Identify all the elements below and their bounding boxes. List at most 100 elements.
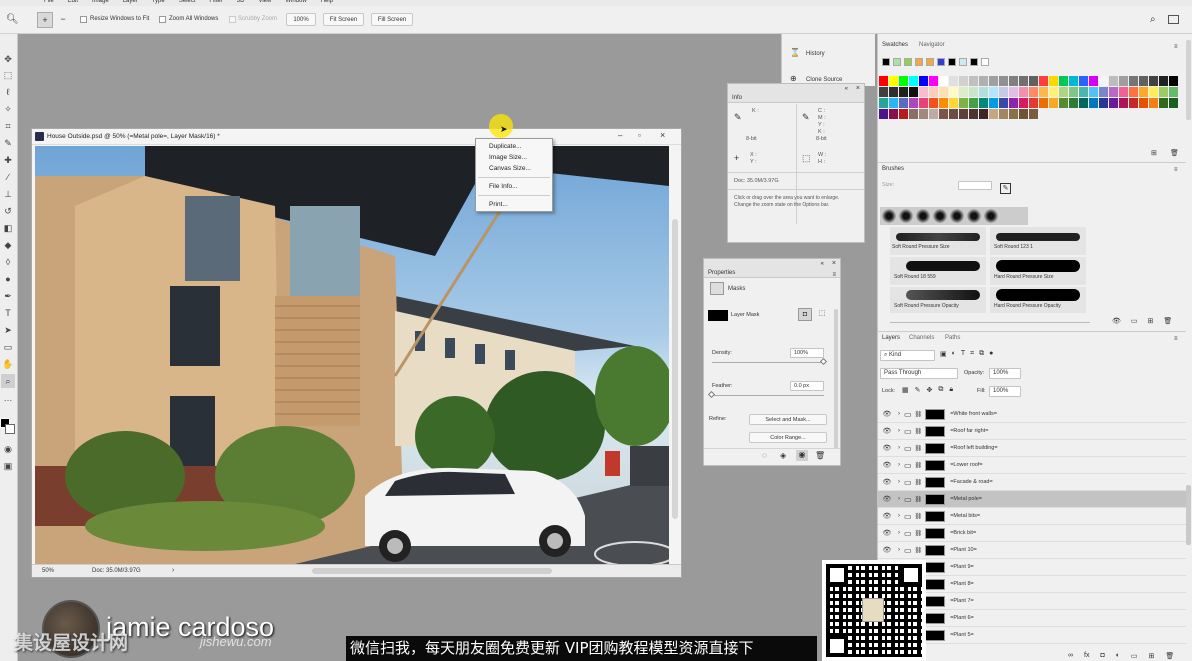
layers-scrollbar[interactable] <box>1186 485 1191 545</box>
layer-row[interactable]: 👁︎ › ▭ ⛓︎ =Metal bits= <box>878 508 1186 525</box>
recent-swatch[interactable] <box>926 58 934 66</box>
filter-kind-select[interactable]: ⌕ Kind <box>880 350 935 361</box>
shape-filter-icon[interactable]: ⌗ <box>970 350 974 358</box>
swatches-menu-icon[interactable]: ≡ <box>1174 44 1178 50</box>
visibility-eye-icon[interactable]: 👁︎ <box>882 512 892 520</box>
layer-row[interactable]: 👁︎ › ▭ ⛓︎ =White front walls= <box>878 406 1186 423</box>
link-layers-icon[interactable]: ∞ <box>1068 652 1073 660</box>
toggle-preview-icon[interactable]: 👁︎ <box>1112 317 1121 325</box>
menu-type[interactable]: Type <box>152 0 165 4</box>
blend-mode-select[interactable]: Pass Through <box>880 368 958 379</box>
color-swatch[interactable] <box>989 98 998 108</box>
paths-tab[interactable]: Paths <box>945 335 960 341</box>
filter-toggle-icon[interactable]: ● <box>989 350 993 358</box>
visibility-eye-icon[interactable]: 👁︎ <box>882 461 892 469</box>
recent-swatch[interactable] <box>970 58 978 66</box>
color-swatch[interactable] <box>1149 98 1158 108</box>
layer-mask-thumbnail[interactable] <box>925 510 946 522</box>
layer-row[interactable]: 👁︎ › ▭ ⛓︎ =Metal pole= <box>878 491 1186 508</box>
layer-mask-thumbnail[interactable] <box>925 561 946 573</box>
color-swatch[interactable] <box>969 109 978 119</box>
color-swatch[interactable] <box>899 98 908 108</box>
menu-layer[interactable]: Layer <box>123 0 138 4</box>
properties-menu-icon[interactable]: ≡ <box>832 269 836 281</box>
visibility-eye-icon[interactable]: 👁︎ <box>882 427 892 435</box>
visibility-eye-icon[interactable]: 👁︎ <box>882 529 892 537</box>
color-range-button[interactable]: Color Range... <box>749 432 827 443</box>
color-swatch[interactable] <box>1109 87 1118 97</box>
color-swatch[interactable] <box>1029 87 1038 97</box>
color-swatch[interactable] <box>879 87 888 97</box>
new-swatch-icon[interactable]: ⊞ <box>1151 149 1157 157</box>
menu-3d[interactable]: 3D <box>237 0 245 4</box>
brush-size-input[interactable] <box>958 181 992 190</box>
color-swatch[interactable] <box>1129 87 1138 97</box>
color-swatch[interactable] <box>969 98 978 108</box>
color-swatch[interactable] <box>989 87 998 97</box>
menu-image[interactable]: Image <box>92 0 109 4</box>
layer-row[interactable]: 👁︎ › ▭ ⛓︎ =Roof far right= <box>878 423 1186 440</box>
color-swatch[interactable] <box>1069 98 1078 108</box>
menu-window[interactable]: Window <box>285 0 306 4</box>
color-swatch[interactable] <box>919 109 928 119</box>
path-selection-icon[interactable]: ➤ <box>1 323 15 337</box>
color-swatch[interactable] <box>1039 76 1048 86</box>
expand-chevron-icon[interactable]: › <box>898 445 900 451</box>
recent-swatch[interactable] <box>904 58 912 66</box>
menu-print[interactable]: Print... <box>476 199 552 210</box>
menu-filter[interactable]: Filter <box>209 0 222 4</box>
color-swatch[interactable] <box>909 98 918 108</box>
menu-file-info[interactable]: File Info... <box>476 181 552 192</box>
load-selection-icon[interactable]: ◌ <box>762 451 767 460</box>
expand-chevron-icon[interactable]: › <box>898 462 900 468</box>
color-swatch[interactable] <box>1079 76 1088 86</box>
layer-mask-thumbnail[interactable] <box>925 493 946 505</box>
brush-tip-icon[interactable] <box>950 209 964 223</box>
brush-preset-2[interactable]: Soft Round 123 1 <box>990 227 1086 255</box>
recent-swatch[interactable] <box>893 58 901 66</box>
magic-wand-icon[interactable]: ✧ <box>1 102 15 116</box>
layer-row[interactable]: 👁︎ › ▭ ⛓︎ =Roof left building= <box>878 440 1186 457</box>
color-swatch[interactable] <box>939 76 948 86</box>
mask-link-icon[interactable]: ⛓︎ <box>915 428 923 435</box>
opacity-input[interactable]: 100% <box>989 368 1021 379</box>
color-swatch[interactable] <box>1029 76 1038 86</box>
color-swatch[interactable] <box>1089 76 1098 86</box>
recent-swatch[interactable] <box>937 58 945 66</box>
delete-layer-icon[interactable]: 🗑︎ <box>1165 652 1174 660</box>
color-swatch[interactable] <box>1119 87 1128 97</box>
dodge-tool-icon[interactable]: ● <box>1 272 15 286</box>
search-icon[interactable]: ⌕ <box>1150 14 1156 25</box>
color-swatch[interactable] <box>959 98 968 108</box>
new-brush-icon[interactable]: ⊞ <box>1148 317 1154 325</box>
color-swatch[interactable] <box>1009 76 1018 86</box>
color-swatch[interactable] <box>959 109 968 119</box>
feather-slider-track[interactable] <box>707 390 824 399</box>
color-swatch[interactable] <box>1119 98 1128 108</box>
brushes-size-slider[interactable] <box>890 322 1090 323</box>
history-brush-icon[interactable]: ↺ <box>1 204 15 218</box>
color-swatch[interactable] <box>909 87 918 97</box>
color-swatch[interactable] <box>1059 87 1068 97</box>
type-tool-icon[interactable]: T <box>1 306 15 320</box>
recent-swatch[interactable] <box>948 58 956 66</box>
color-swatch[interactable] <box>1119 76 1128 86</box>
channels-tab[interactable]: Channels <box>909 335 934 341</box>
color-swatch[interactable] <box>1139 87 1148 97</box>
more-tools-icon[interactable]: … <box>1 391 15 405</box>
density-input[interactable]: 100% <box>790 348 824 358</box>
color-swatch[interactable] <box>929 76 938 86</box>
color-swatch[interactable] <box>1139 98 1148 108</box>
color-swatch[interactable] <box>1109 98 1118 108</box>
menu-view[interactable]: View <box>258 0 271 4</box>
color-swatch[interactable] <box>1159 87 1168 97</box>
eraser-icon[interactable]: ◧ <box>1 221 15 235</box>
color-swatch[interactable] <box>1159 98 1168 108</box>
lock-artboard-icon[interactable]: ⧉ <box>938 386 943 394</box>
brush-tip-icon[interactable] <box>899 209 913 223</box>
document-canvas[interactable] <box>35 146 669 564</box>
color-swatch[interactable] <box>1029 109 1038 119</box>
layer-mask-thumbnail[interactable] <box>925 544 946 556</box>
color-swatch[interactable] <box>1049 98 1058 108</box>
pixel-filter-icon[interactable]: ▣ <box>940 350 947 358</box>
